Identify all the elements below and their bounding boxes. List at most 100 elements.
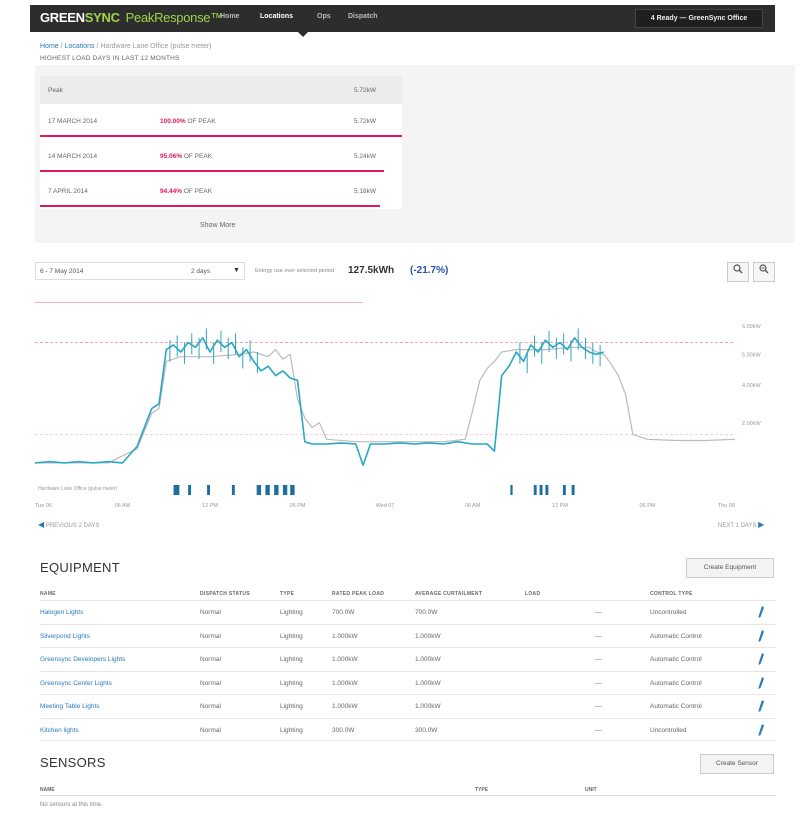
rated-peak-load: 700.0W bbox=[332, 609, 355, 616]
y-tick-label: 2.00kW bbox=[742, 421, 761, 427]
peak-percent-suffix: OF PEAK bbox=[182, 153, 213, 160]
column-header[interactable]: LOAD bbox=[525, 591, 540, 597]
table-row: Halogen Lights Normal Lighting 700.0W 700.0W… bbox=[40, 600, 776, 624]
rated-peak-load: 1.000kW bbox=[332, 703, 358, 710]
sensors-table: NAME TYPE UNIT No sensors at this time. bbox=[40, 784, 776, 808]
nav-home[interactable]: Home bbox=[220, 13, 239, 20]
equipment-name-link[interactable]: Meeting Table Lights bbox=[40, 703, 100, 710]
x-tick-label: 06 PM bbox=[290, 503, 306, 509]
days-value: 2 days bbox=[191, 268, 211, 275]
y-tick-label: 6.00kW bbox=[742, 324, 761, 330]
peak-value: 5.72kW bbox=[353, 118, 376, 125]
control-type: Uncontrolled bbox=[650, 726, 687, 734]
x-tick-label: 12 PM bbox=[202, 503, 218, 509]
equipment-type: Lighting bbox=[280, 726, 303, 734]
dispatch-marker bbox=[545, 485, 549, 495]
table-row: Meeting Table Lights Normal Lighting 1.000k… bbox=[40, 694, 776, 718]
dispatch-marker bbox=[533, 485, 537, 495]
create-equipment-button[interactable]: Create Equipment bbox=[686, 558, 774, 578]
zoom-in-icon bbox=[733, 264, 743, 274]
date-range-value: 6 - 7 May 2014 bbox=[40, 268, 84, 275]
series-line-primary bbox=[34, 337, 605, 467]
column-header[interactable]: UNIT bbox=[585, 787, 597, 793]
x-tick-label: 06 AM bbox=[465, 503, 481, 509]
equipment-name-link[interactable]: Halogen Lights bbox=[40, 609, 83, 616]
peak-days-title: HIGHEST LOAD DAYS IN LAST 12 MONTHS bbox=[40, 55, 180, 62]
equipment-name-link[interactable]: Greensync Developers Lights bbox=[40, 656, 125, 663]
brand-logo[interactable]: GREENSYNC PeakResponse™ bbox=[40, 10, 223, 25]
zoom-out-button[interactable] bbox=[753, 262, 775, 282]
column-header[interactable]: NAME bbox=[40, 787, 55, 793]
rated-peak-load: 300.0W bbox=[332, 726, 355, 734]
dispatch-status: Normal bbox=[200, 609, 221, 616]
control-type: Automatic Control bbox=[650, 679, 702, 687]
dispatch-marker bbox=[290, 485, 295, 495]
breadcrumb-home[interactable]: Home bbox=[40, 43, 59, 50]
peak-percent-value: 94.44% bbox=[160, 188, 183, 195]
x-tick-label: 12 PM bbox=[552, 503, 568, 509]
pencil-icon[interactable] bbox=[758, 606, 764, 618]
pencil-icon[interactable] bbox=[758, 629, 764, 642]
series-marker-label: Hardware Lane Office (pulse meter) bbox=[38, 486, 118, 492]
peak-percent-suffix: OF PEAK bbox=[182, 188, 213, 195]
date-range-selector[interactable]: 6 - 7 May 2014 2 days ▼ bbox=[35, 262, 245, 280]
peak-percent-bar bbox=[40, 135, 402, 137]
average-curtailment: 1.000kW bbox=[415, 703, 441, 710]
peak-date: 14 MARCH 2014 bbox=[48, 153, 98, 160]
column-header[interactable]: TYPE bbox=[280, 591, 294, 597]
site-selector[interactable]: 4 Ready — GreenSync Office bbox=[635, 9, 763, 28]
pencil-icon[interactable] bbox=[758, 723, 764, 736]
column-header[interactable]: RATED PEAK LOAD bbox=[332, 591, 384, 597]
column-header[interactable]: AVERAGE CURTAILMENT bbox=[415, 591, 482, 597]
zoom-in-button[interactable] bbox=[727, 262, 749, 282]
control-type: Automatic Control bbox=[650, 632, 702, 640]
equipment-name-link[interactable]: Greensync Center Lights bbox=[40, 680, 112, 687]
dispatch-marker bbox=[510, 485, 513, 495]
column-header[interactable]: DISPATCH STATUS bbox=[200, 591, 250, 597]
top-navbar: GREENSYNC PeakResponse™ Home Locations Op… bbox=[30, 5, 775, 37]
next-days-link[interactable]: NEXT 1 DAYS ▶ bbox=[718, 520, 764, 529]
x-tick-label: 06 AM bbox=[115, 503, 131, 509]
average-curtailment: 700.0W bbox=[415, 609, 438, 616]
table-row: Kitchen lights Normal Lighting 300.0W 300.0W… bbox=[40, 717, 776, 741]
table-row: Silverpond Lights Normal Lighting 1.000kW 1.… bbox=[40, 623, 776, 648]
dispatch-marker bbox=[173, 485, 180, 495]
average-curtailment: 1.000kW bbox=[415, 632, 441, 640]
nav-dispatch[interactable]: Dispatch bbox=[348, 13, 378, 20]
equipment-table-header: NAME DISPATCH STATUS TYPE RATED PEAK LOA… bbox=[40, 588, 776, 600]
pencil-icon[interactable] bbox=[758, 700, 764, 712]
column-header[interactable]: TYPE bbox=[475, 787, 488, 793]
peak-percent-bar bbox=[40, 205, 381, 207]
pencil-icon[interactable] bbox=[758, 653, 764, 665]
breadcrumb-separator: / bbox=[96, 43, 99, 50]
nav-ops[interactable]: Ops bbox=[317, 13, 331, 20]
equipment-name-link[interactable]: Silverpond Lights bbox=[40, 633, 90, 640]
create-sensor-button[interactable]: Create Sensor bbox=[700, 754, 774, 774]
average-curtailment: 1.000kW bbox=[415, 679, 441, 687]
equipment-heading: EQUIPMENT bbox=[40, 560, 120, 575]
column-header[interactable]: NAME bbox=[40, 591, 56, 597]
energy-total: 127.5kWh bbox=[348, 265, 395, 276]
previous-days-link[interactable]: ◀ PREVIOUS 2 DAYS bbox=[38, 520, 99, 529]
column-header[interactable]: CONTROL TYPE bbox=[650, 591, 693, 597]
breadcrumb-separator: / bbox=[60, 43, 63, 50]
average-curtailment: 300.0W bbox=[415, 726, 438, 734]
dispatch-marker bbox=[571, 485, 575, 495]
brand-sync: SYNC bbox=[84, 10, 120, 25]
dispatch-marker bbox=[207, 485, 210, 495]
control-type: Uncontrolled bbox=[650, 609, 687, 616]
series-line-secondary bbox=[35, 346, 736, 464]
dispatch-status: Normal bbox=[200, 703, 221, 710]
energy-chart[interactable]: 6.00kW 5.00kW 4.00kW 2.00kW Tue 06 06 AM 12 PM… bbox=[30, 288, 780, 510]
peak-percent-suffix: OF PEAK bbox=[185, 118, 216, 125]
dispatch-status: Normal bbox=[200, 632, 221, 640]
dispatch-status: Normal bbox=[200, 726, 221, 734]
dispatch-marker bbox=[274, 485, 279, 495]
pencil-icon[interactable] bbox=[758, 676, 764, 689]
breadcrumb-locations[interactable]: Locations bbox=[65, 43, 95, 50]
chevron-down-icon: ▼ bbox=[233, 267, 240, 274]
nav-locations[interactable]: Locations bbox=[260, 13, 293, 20]
show-more-link[interactable]: Show More bbox=[200, 222, 235, 229]
equipment-name-link[interactable]: Kitchen lights bbox=[40, 727, 79, 734]
empty-dash: — bbox=[595, 703, 602, 710]
